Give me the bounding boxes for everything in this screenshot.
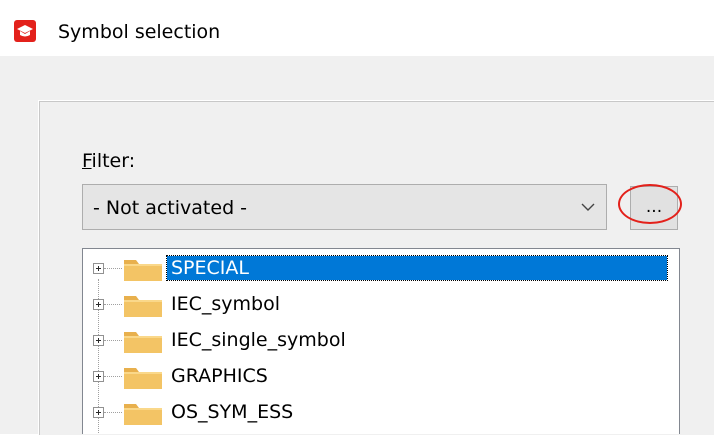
expand-plus-icon[interactable] [93,335,104,346]
filter-label-accesskey: F [82,150,92,172]
filter-label-text: ilter: [91,150,136,172]
tree-node-label: OS_SYM_ESS [171,401,294,423]
tree-node-label: IEC_single_symbol [171,329,346,351]
tree-node-iec-symbol[interactable]: IEC_symbol [83,287,679,321]
folder-icon [124,296,162,317]
filter-dropdown[interactable]: - Not activated - [82,184,607,230]
title-bar: Symbol selection [0,0,714,56]
expand-plus-icon[interactable] [93,407,104,418]
tree-node-os-sym-ess[interactable]: OS_SYM_ESS [83,395,679,429]
tree-connector [104,376,122,377]
tree-node-label: IEC_symbol [171,293,280,315]
folder-icon [124,332,162,353]
tree-node-graphics[interactable]: GRAPHICS [83,359,679,393]
tree-connector [104,268,122,269]
expand-plus-icon[interactable] [93,263,104,274]
tree-node-special[interactable]: SPECIAL [83,251,679,285]
tree-connector [104,340,122,341]
filter-browse-button[interactable]: ... [630,186,678,230]
expand-plus-icon[interactable] [93,299,104,310]
chevron-down-icon[interactable] [580,199,596,215]
filter-dropdown-value: - Not activated - [93,197,248,219]
filter-label: Filter: [82,148,135,174]
tree-connector [104,412,122,413]
app-logo-icon [14,20,36,42]
tree-node-iec-single-symbol[interactable]: IEC_single_symbol [83,323,679,357]
folder-icon [124,260,162,281]
folder-icon [124,368,162,389]
expand-plus-icon[interactable] [93,371,104,382]
tree-node-label: GRAPHICS [171,365,268,387]
tree-connector [104,304,122,305]
symbol-tree[interactable]: SPECIAL IEC_symbol IEC_single_symbol GRA… [82,248,680,434]
tree-node-label: SPECIAL [166,255,668,281]
folder-icon [124,404,162,425]
window-title: Symbol selection [58,21,221,43]
